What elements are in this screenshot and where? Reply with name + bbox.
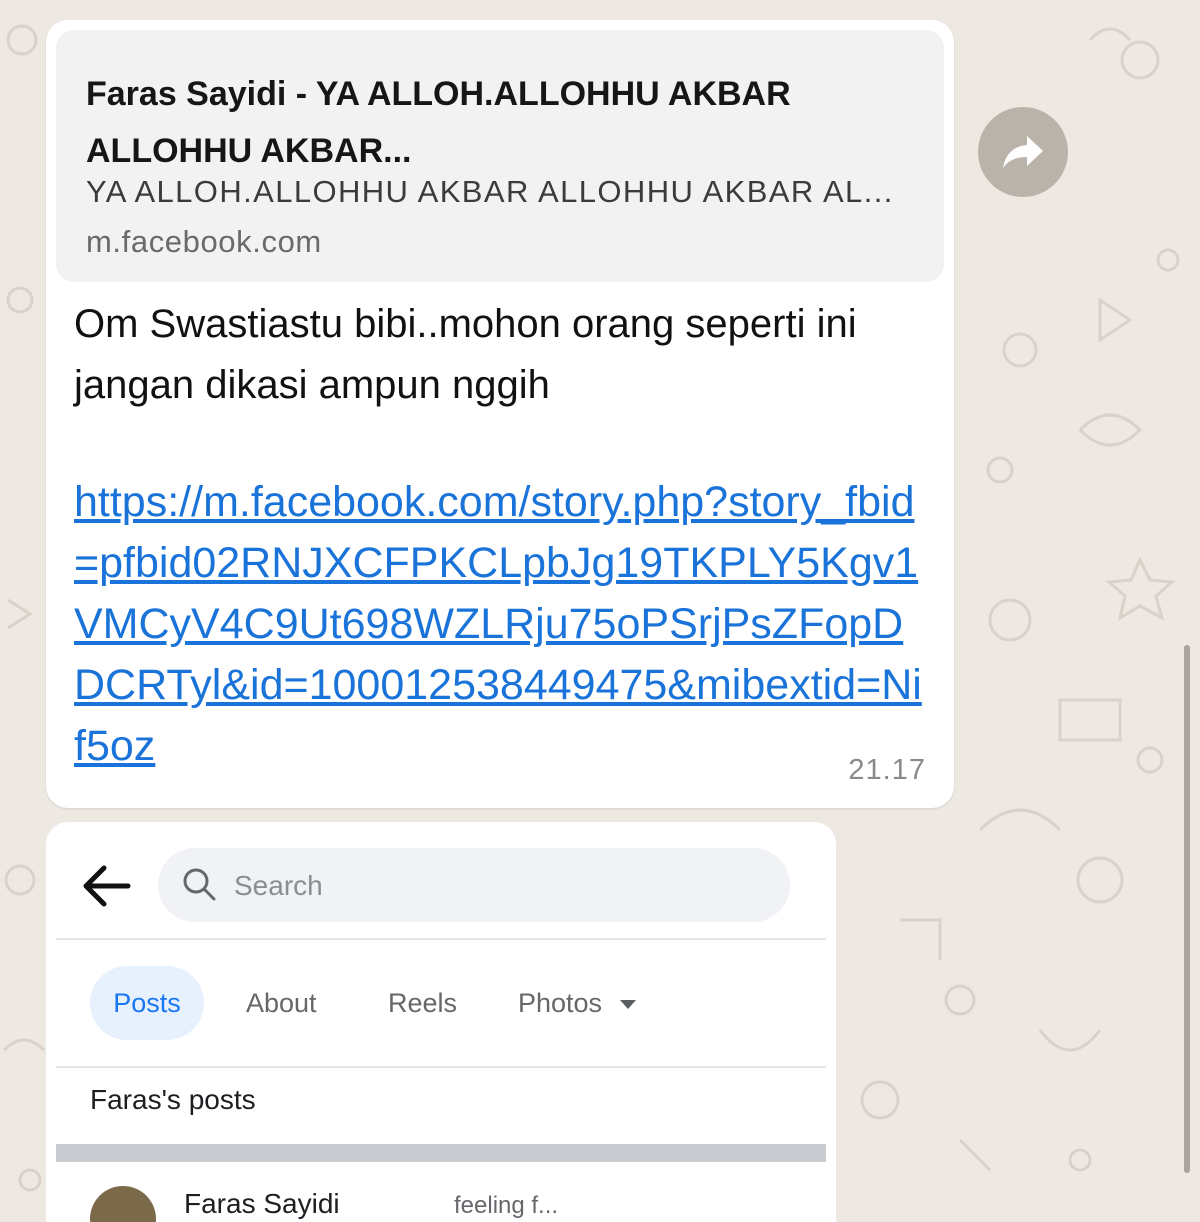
- tab-posts[interactable]: Posts: [90, 966, 204, 1040]
- tab-photos-label: Photos: [518, 988, 603, 1018]
- posts-section-heading: Faras's posts: [90, 1084, 256, 1115]
- divider: [56, 938, 826, 940]
- search-icon: [183, 868, 216, 901]
- message-link[interactable]: https://m.facebook.com/story.php?story_f…: [74, 472, 932, 777]
- link-preview-domain: m.facebook.com: [86, 224, 322, 259]
- tab-about[interactable]: About: [246, 966, 317, 1040]
- facebook-screenshot-card[interactable]: Posts About Reels Photos Faras's posts F…: [46, 822, 836, 1222]
- share-forward-icon: [1003, 136, 1043, 168]
- caret-down-icon: [620, 1000, 637, 1010]
- tab-reels[interactable]: Reels: [388, 966, 457, 1040]
- message-bubble[interactable]: Faras Sayidi - YA ALLOH.ALLOHHU AKBAR AL…: [46, 20, 954, 808]
- link-preview-title: Faras Sayidi - YA ALLOH.ALLOHHU AKBAR AL…: [86, 75, 791, 170]
- avatar[interactable]: [90, 1186, 156, 1222]
- scrollbar[interactable]: [1184, 645, 1190, 1173]
- back-arrow-icon[interactable]: [80, 864, 132, 908]
- tab-photos[interactable]: Photos: [518, 966, 637, 1040]
- link-preview-card[interactable]: Faras Sayidi - YA ALLOH.ALLOHHU AKBAR AL…: [56, 30, 944, 282]
- post-meta: feeling f...: [454, 1192, 559, 1219]
- forward-button[interactable]: [978, 107, 1068, 197]
- divider: [56, 1066, 826, 1068]
- search-input[interactable]: [232, 848, 756, 924]
- search-bar[interactable]: [158, 848, 790, 924]
- link-preview-description: YA ALLOH.ALLOHHU AKBAR ALLOHHU AKBAR AL.…: [86, 174, 894, 209]
- post-author-name[interactable]: Faras Sayidi: [184, 1188, 340, 1220]
- section-separator: [56, 1144, 826, 1162]
- message-timestamp: 21.17: [848, 754, 926, 786]
- message-text: Om Swastiastu bibi..mohon orang seperti …: [74, 302, 857, 407]
